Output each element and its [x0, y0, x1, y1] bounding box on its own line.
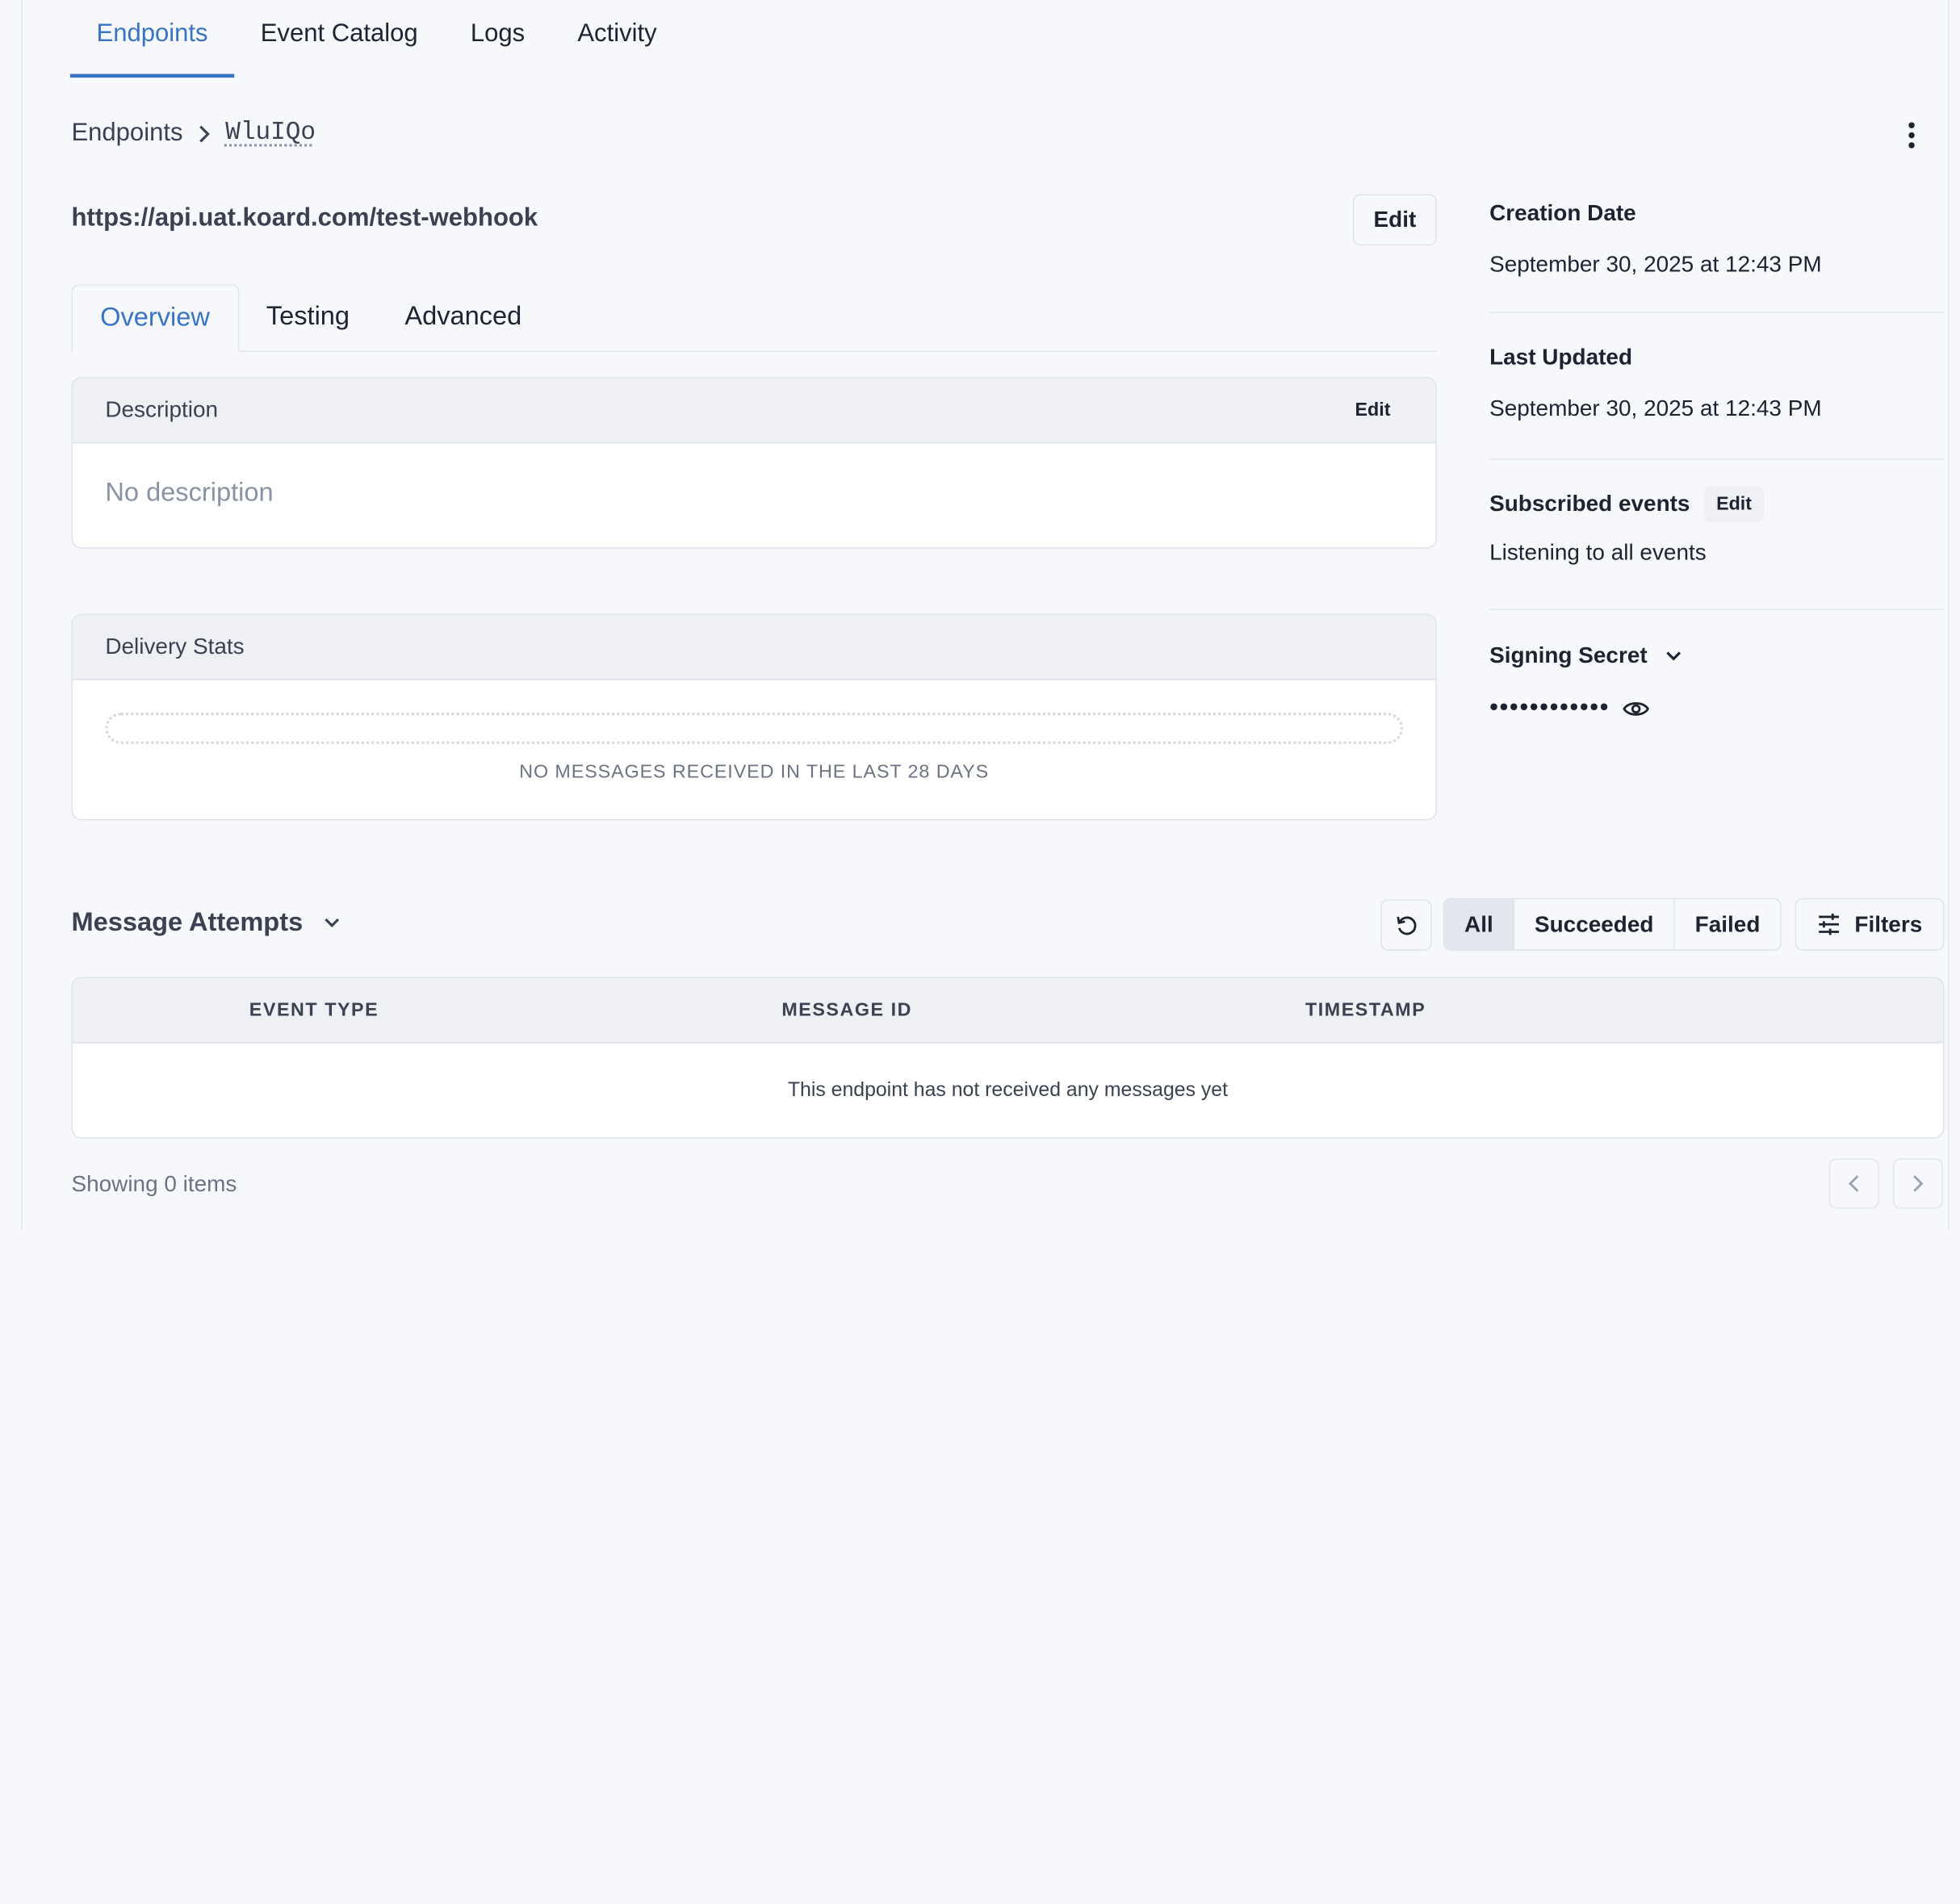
- delivery-stats-empty: NO MESSAGES RECEIVED IN THE LAST 28 DAYS: [519, 761, 990, 783]
- tab-event-catalog[interactable]: Event Catalog: [234, 0, 444, 77]
- description-header: Description Edit: [73, 378, 1436, 444]
- chevron-right-icon: [195, 123, 213, 144]
- page: Endpoints Event Catalog Logs Activity En…: [0, 0, 1960, 1904]
- message-attempts-table: EVENT TYPE MESSAGE ID TIMESTAMP This end…: [71, 977, 1945, 1139]
- eye-icon[interactable]: [1623, 698, 1650, 718]
- chevron-left-icon: [1849, 1175, 1859, 1192]
- signing-secret-label: Signing Secret: [1489, 642, 1648, 668]
- creation-date-value: September 30, 2025 at 12:43 PM: [1489, 251, 1822, 277]
- delivery-stats-bar: [105, 712, 1404, 744]
- edit-events-button[interactable]: Edit: [1703, 486, 1765, 523]
- description-title: Description: [105, 396, 219, 422]
- creation-date-label: Creation Date: [1489, 200, 1636, 226]
- edit-url-button[interactable]: Edit: [1352, 194, 1437, 246]
- item-count: Showing 0 items: [71, 1170, 237, 1196]
- delivery-stats-header: Delivery Stats: [73, 614, 1436, 680]
- signing-secret-value: ••••••••••••: [1489, 693, 1610, 722]
- table-header: EVENT TYPE MESSAGE ID TIMESTAMP: [73, 977, 1943, 1044]
- signing-secret-toggle[interactable]: Signing Secret: [1489, 642, 1944, 669]
- filter-all-button[interactable]: All: [1444, 899, 1515, 950]
- tab-activity[interactable]: Activity: [551, 0, 683, 77]
- description-panel: Description Edit No description: [71, 377, 1437, 549]
- endpoint-url: https://api.uat.koard.com/test-webhook: [71, 203, 538, 232]
- delivery-stats-panel: Delivery Stats NO MESSAGES RECEIVED IN T…: [71, 613, 1437, 821]
- last-updated-label: Last Updated: [1489, 344, 1633, 370]
- next-page-button[interactable]: [1892, 1158, 1943, 1209]
- column-message-id: MESSAGE ID: [781, 999, 913, 1021]
- sub-tabs: Overview Testing Advanced: [71, 284, 1437, 353]
- delivery-stats-title: Delivery Stats: [105, 634, 245, 659]
- refresh-icon: [1396, 915, 1416, 935]
- previous-page-button[interactable]: [1828, 1158, 1879, 1209]
- last-updated-section: Last Updated September 30, 2025 at 12:43…: [1489, 313, 1945, 460]
- chevron-down-icon: [325, 918, 339, 927]
- description-text: No description: [105, 478, 274, 508]
- breadcrumb-current: WluIQo: [225, 119, 316, 149]
- table-empty-message: This endpoint has not received any messa…: [787, 1079, 1229, 1102]
- kebab-menu-icon[interactable]: [1898, 119, 1925, 151]
- endpoint-meta: Creation Date September 30, 2025 at 12:4…: [1489, 188, 1945, 723]
- filter-succeeded-button[interactable]: Succeeded: [1514, 899, 1675, 950]
- subscribed-events-label: Subscribed events: [1489, 491, 1690, 517]
- status-filter-group: All Succeeded Failed: [1443, 898, 1782, 951]
- top-nav: Endpoints Event Catalog Logs Activity: [69, 0, 683, 78]
- breadcrumb-parent[interactable]: Endpoints: [71, 119, 182, 148]
- chevron-right-icon: [1913, 1175, 1924, 1192]
- creation-date-section: Creation Date September 30, 2025 at 12:4…: [1489, 188, 1945, 313]
- signing-secret-section: Signing Secret ••••••••••••: [1489, 610, 1944, 723]
- tab-overview[interactable]: Overview: [71, 284, 239, 353]
- tab-endpoints[interactable]: Endpoints: [69, 0, 235, 78]
- filter-failed-button[interactable]: Failed: [1674, 899, 1781, 950]
- last-updated-value: September 30, 2025 at 12:43 PM: [1489, 395, 1822, 421]
- message-attempts-title: Message Attempts: [71, 908, 304, 937]
- column-timestamp: TIMESTAMP: [1305, 999, 1426, 1021]
- breadcrumb: Endpoints WluIQo: [71, 119, 316, 148]
- tab-advanced[interactable]: Advanced: [377, 284, 549, 352]
- chevron-down-icon: [1665, 650, 1682, 663]
- message-attempts-toggle[interactable]: Message Attempts: [71, 908, 340, 938]
- column-event-type: EVENT TYPE: [249, 999, 379, 1021]
- subscribed-events-value: Listening to all events: [1489, 539, 1707, 565]
- refresh-button[interactable]: [1380, 899, 1432, 951]
- main-frame: Endpoints Event Catalog Logs Activity En…: [21, 0, 1950, 1230]
- edit-description-button[interactable]: Edit: [1342, 395, 1403, 426]
- filters-label: Filters: [1854, 910, 1923, 936]
- subscribed-events-section: Subscribed events Edit Listening to all …: [1489, 460, 1945, 610]
- tab-logs[interactable]: Logs: [444, 0, 551, 77]
- filters-button[interactable]: Filters: [1795, 898, 1945, 951]
- tab-testing[interactable]: Testing: [239, 284, 378, 352]
- sliders-icon: [1819, 914, 1840, 935]
